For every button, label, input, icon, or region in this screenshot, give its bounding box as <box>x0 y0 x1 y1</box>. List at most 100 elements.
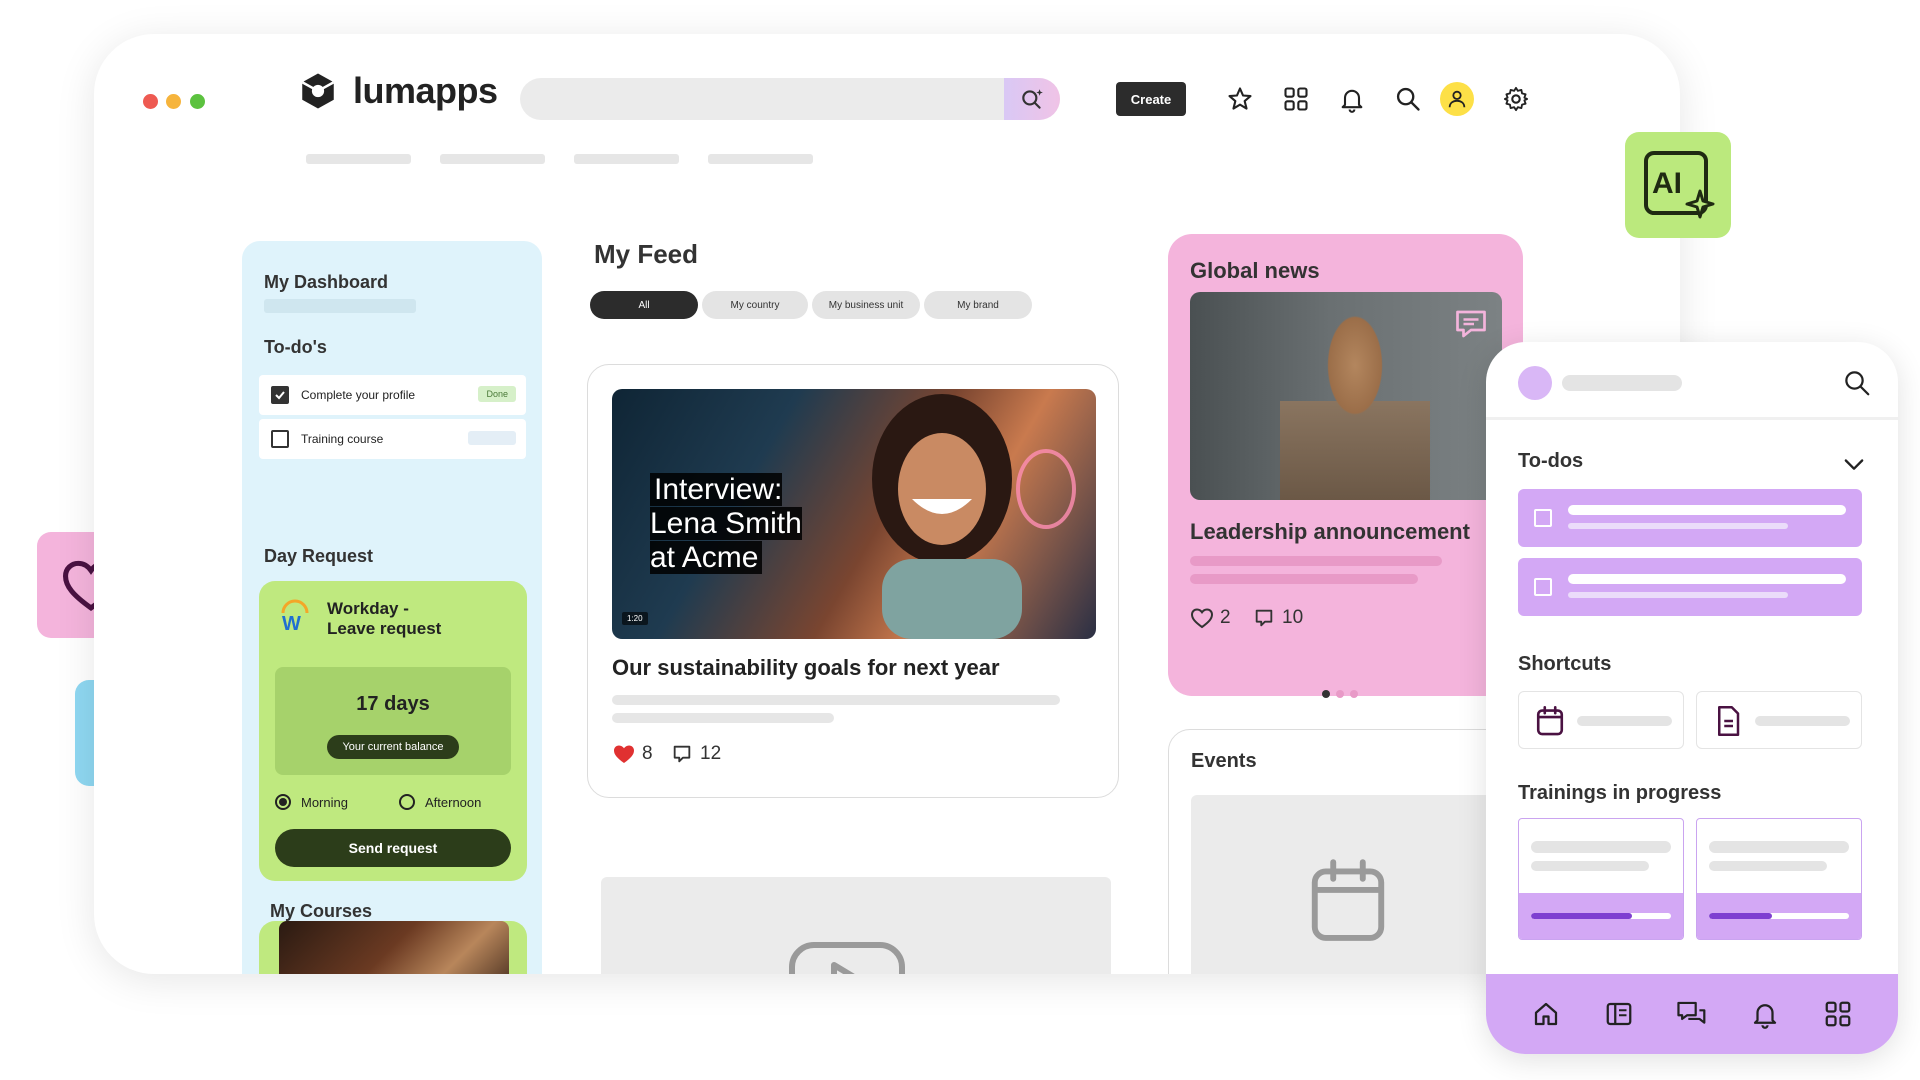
calendar-icon <box>1533 704 1567 738</box>
create-button[interactable]: Create <box>1116 82 1186 116</box>
bell-icon[interactable] <box>1336 83 1368 115</box>
send-request-button[interactable]: Send request <box>275 829 511 867</box>
likes-count: 8 <box>642 743 653 764</box>
filter-chip-business-unit[interactable]: My business unit <box>812 291 920 319</box>
training-footer <box>1519 893 1683 939</box>
training-footer <box>1697 893 1861 939</box>
post-likes[interactable]: 8 <box>612 743 653 765</box>
comments-count: 12 <box>700 743 722 764</box>
text-placeholder <box>1531 841 1671 853</box>
news-headline[interactable]: Leadership announcement <box>1190 519 1470 545</box>
video-overlay-caption: Interview: Lena Smith at Acme <box>650 473 802 574</box>
radio-afternoon[interactable]: Afternoon <box>399 794 481 810</box>
day-request-card: W Workday - Leave request 17 days Your c… <box>259 581 527 881</box>
nav-tab-placeholder[interactable] <box>708 154 813 164</box>
chat-icon[interactable] <box>1674 996 1710 1032</box>
mobile-todos-title: To-dos <box>1518 450 1584 472</box>
filter-chip-country[interactable]: My country <box>702 291 808 319</box>
gear-icon[interactable] <box>1500 83 1532 115</box>
nav-tab-placeholder[interactable] <box>574 154 679 164</box>
post-comments[interactable]: 12 <box>670 743 721 765</box>
radio-morning[interactable]: Morning <box>275 794 348 810</box>
news-likes[interactable]: 2 <box>1190 607 1231 629</box>
news-excerpt-placeholder <box>1190 556 1442 566</box>
star-icon[interactable] <box>1224 83 1256 115</box>
todo-item[interactable]: Complete your profile Done <box>259 375 526 415</box>
grid-icon[interactable] <box>1820 996 1856 1032</box>
news-comments[interactable]: 10 <box>1252 607 1303 629</box>
nav-tab-placeholder[interactable] <box>306 154 411 164</box>
mobile-todo-checkbox[interactable] <box>1534 578 1552 596</box>
window-maximize-dot[interactable] <box>190 94 205 109</box>
events-placeholder[interactable] <box>1191 795 1503 974</box>
todo-item[interactable]: Training course <box>259 419 526 459</box>
comment-icon <box>1255 609 1273 627</box>
mobile-search-icon[interactable] <box>1842 368 1872 398</box>
man-portrait-illustration <box>1280 302 1430 500</box>
balance-label: Your current balance <box>327 735 459 759</box>
course-card[interactable] <box>259 921 527 974</box>
lumapps-logo[interactable]: lumapps <box>297 70 498 112</box>
mobile-app-mockup: To-dos Shortcuts Trainings in progress <box>1486 342 1898 1054</box>
woman-portrait-illustration <box>872 394 1022 639</box>
global-search-bar[interactable] <box>520 78 1060 120</box>
news-image[interactable] <box>1190 292 1502 500</box>
radio-button[interactable] <box>275 794 291 810</box>
news-icon[interactable] <box>1601 996 1637 1032</box>
todo-label: Training course <box>301 432 384 446</box>
text-placeholder <box>1709 841 1849 853</box>
post-video[interactable]: Interview: Lena Smith at Acme 1:20 <box>612 389 1096 639</box>
dashboard-title: My Dashboard <box>264 272 389 292</box>
post-excerpt-placeholder <box>612 695 1060 705</box>
ai-search-button[interactable] <box>1004 78 1060 120</box>
mobile-avatar[interactable] <box>1518 366 1552 400</box>
post-title[interactable]: Our sustainability goals for next year <box>612 655 1000 681</box>
nav-tab-placeholder[interactable] <box>440 154 545 164</box>
text-placeholder <box>1568 505 1846 515</box>
grid-icon[interactable] <box>1280 83 1312 115</box>
global-news-card[interactable]: Global news Leadership announcement 2 10 <box>1168 234 1523 698</box>
shortcut-calendar[interactable] <box>1518 691 1684 749</box>
global-news-title: Global news <box>1190 258 1320 283</box>
training-card[interactable] <box>1696 818 1862 940</box>
pagination-dot[interactable] <box>1336 690 1344 698</box>
text-placeholder <box>1568 574 1846 584</box>
pagination-dot[interactable] <box>1350 690 1358 698</box>
mobile-search-placeholder[interactable] <box>1562 375 1682 391</box>
text-placeholder <box>1568 592 1788 598</box>
chevron-down-icon[interactable] <box>1840 450 1868 478</box>
bell-icon[interactable] <box>1747 996 1783 1032</box>
todos-title: To-do's <box>264 337 327 357</box>
radio-button[interactable] <box>399 794 415 810</box>
filter-chip-brand[interactable]: My brand <box>924 291 1032 319</box>
logo-text: lumapps <box>353 70 498 111</box>
filter-chip-all[interactable]: All <box>590 291 698 319</box>
document-icon <box>1711 704 1745 738</box>
feed-post-card[interactable]: Interview: Lena Smith at Acme 1:20 Our s… <box>587 364 1119 798</box>
window-close-dot[interactable] <box>143 94 158 109</box>
video-post-placeholder[interactable] <box>601 877 1111 974</box>
training-card[interactable] <box>1518 818 1684 940</box>
message-icon <box>1456 310 1486 338</box>
video-overlay-text: Interview: Lena Smith at Acme <box>650 473 802 575</box>
training-progress-fill <box>1709 913 1772 919</box>
shortcut-document[interactable] <box>1696 691 1862 749</box>
browser-window: lumapps Create My Dashboard To-do's Comp… <box>94 34 1680 974</box>
events-title: Events <box>1191 750 1257 772</box>
mobile-todo-checkbox[interactable] <box>1534 509 1552 527</box>
svg-text:W: W <box>282 613 301 633</box>
window-minimize-dot[interactable] <box>166 94 181 109</box>
text-placeholder <box>1568 523 1788 529</box>
mobile-todo-item[interactable] <box>1518 558 1862 616</box>
todo-checkbox[interactable] <box>271 386 289 404</box>
home-icon[interactable] <box>1528 996 1564 1032</box>
workday-app-title: Workday - Leave request <box>327 599 442 638</box>
mobile-todo-item[interactable] <box>1518 489 1862 547</box>
todo-checkbox[interactable] <box>271 430 289 448</box>
sparkle-search-icon <box>1022 89 1043 109</box>
user-avatar[interactable] <box>1440 82 1474 116</box>
search-icon[interactable] <box>1392 83 1424 115</box>
news-comments-count: 10 <box>1282 607 1304 628</box>
pagination-dot-active[interactable] <box>1322 690 1330 698</box>
course-thumbnail[interactable] <box>279 921 509 974</box>
